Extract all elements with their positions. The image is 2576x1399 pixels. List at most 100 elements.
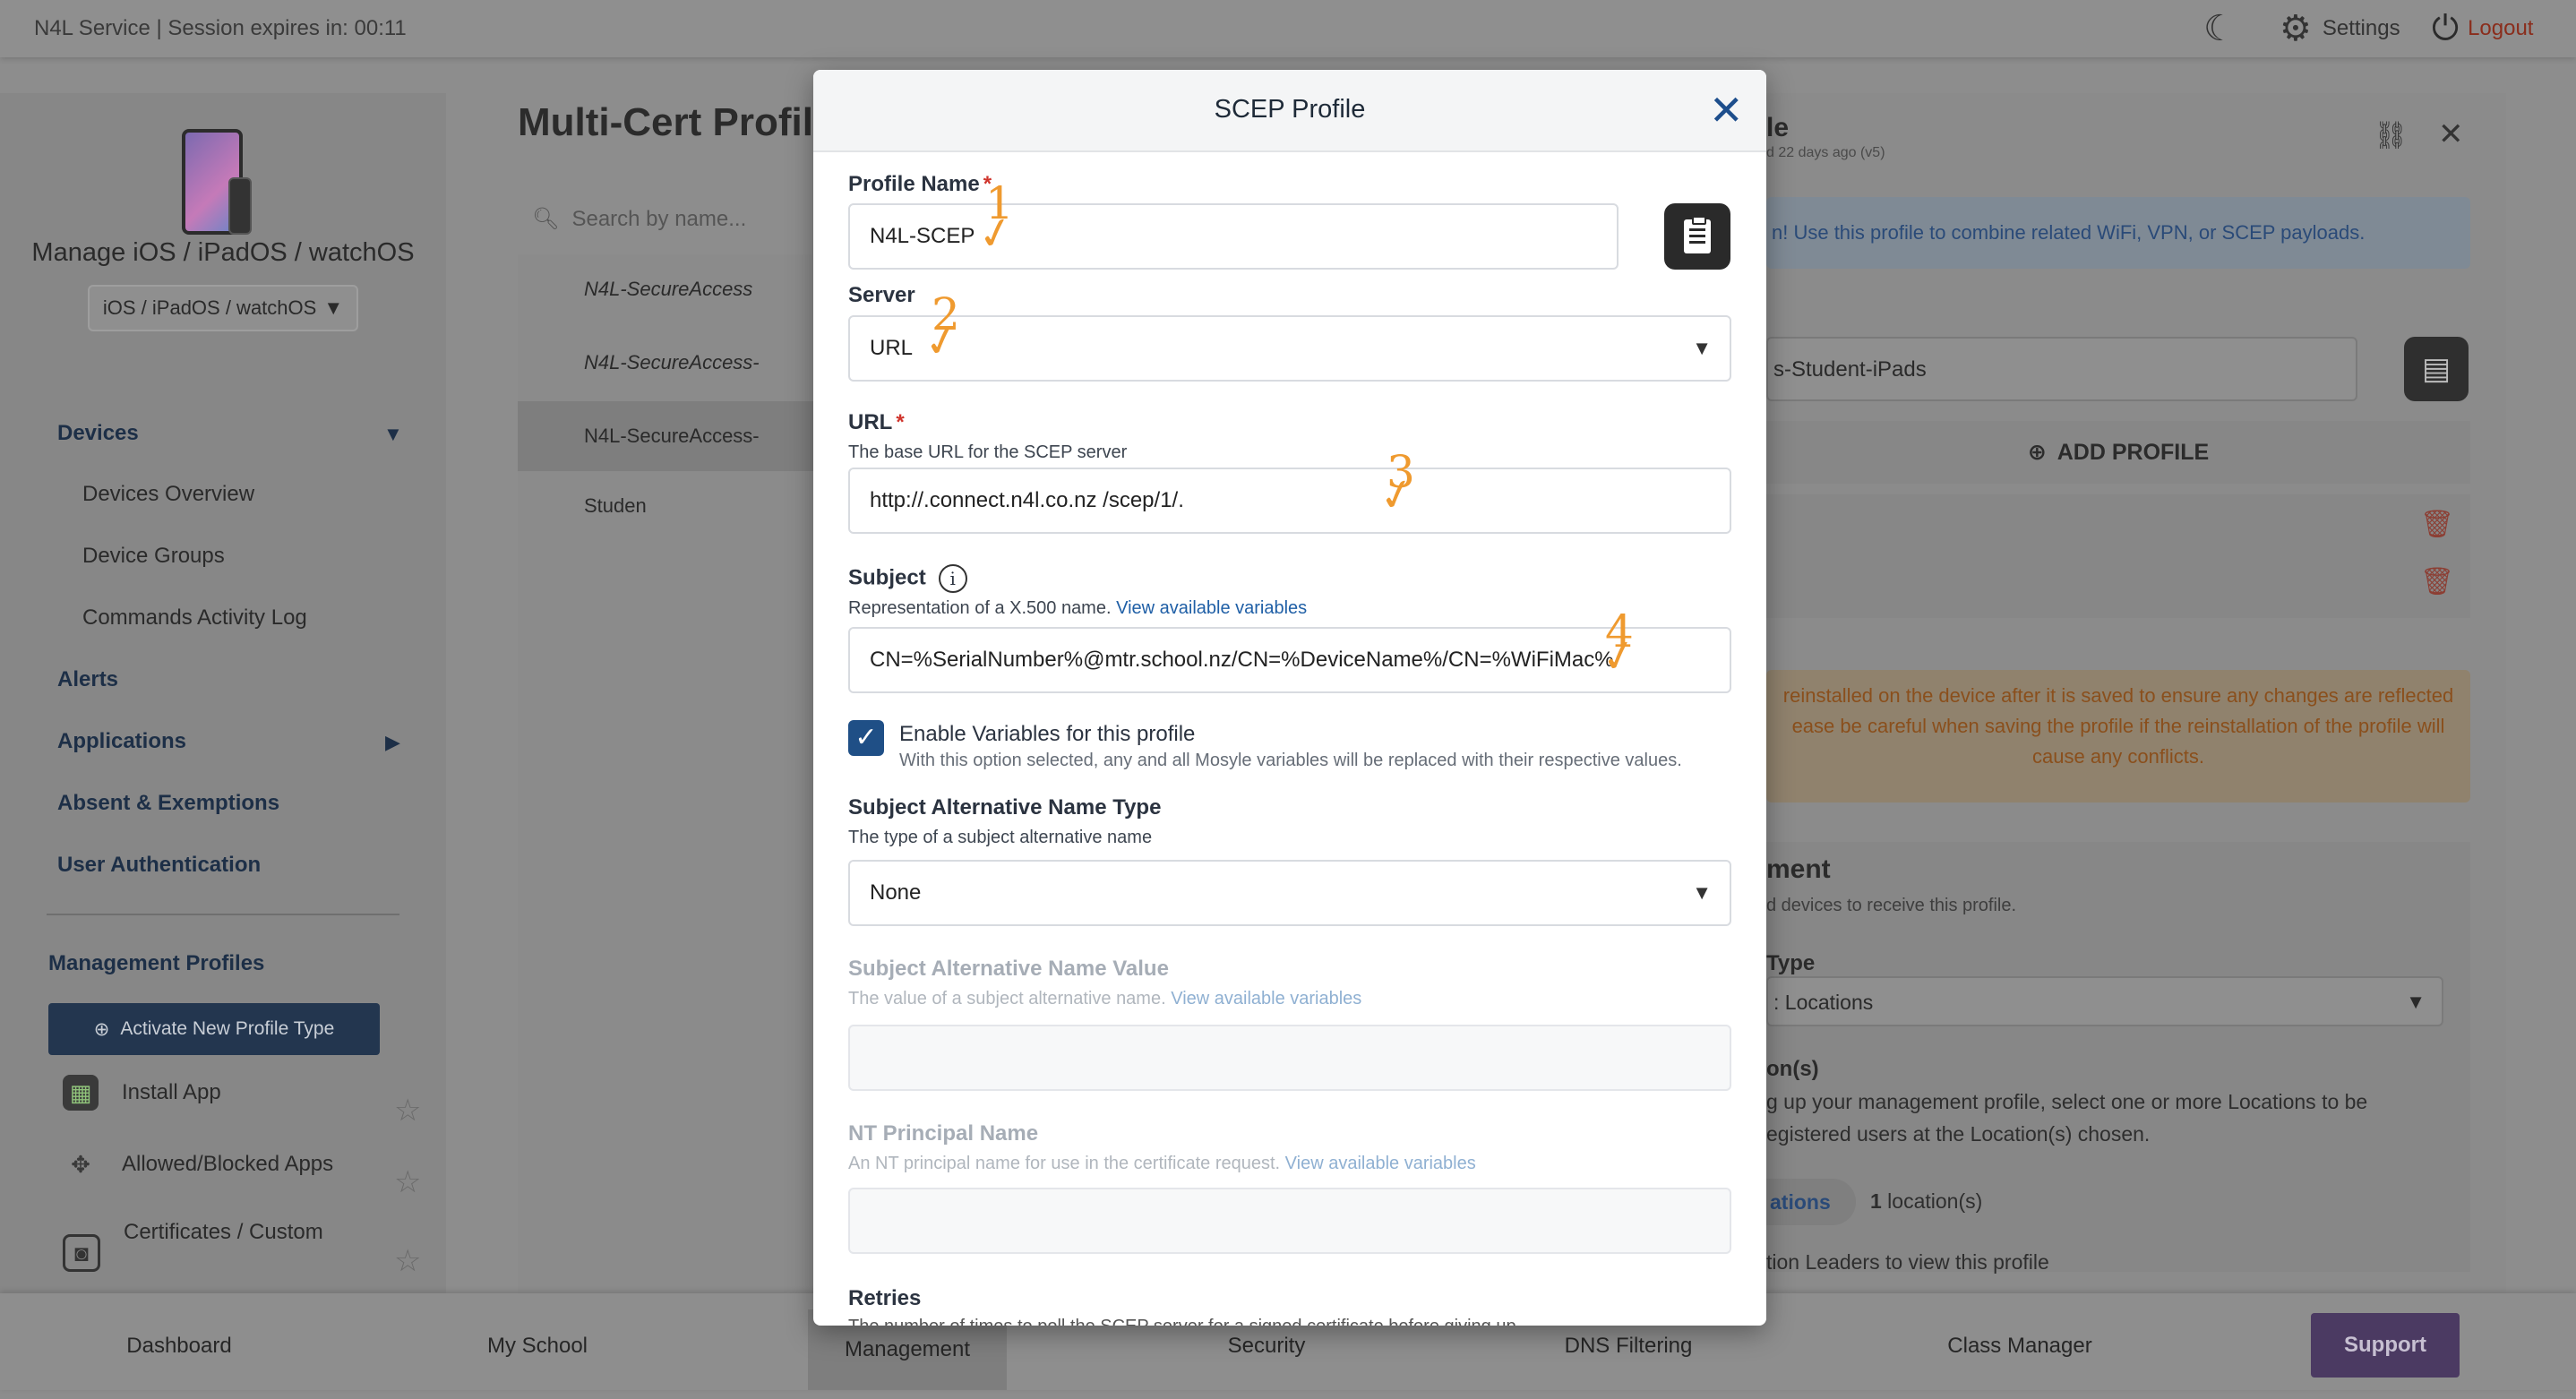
leaders-option: tion Leaders to view this profile [1766, 1250, 2049, 1274]
app-grid-icon: ▦ [63, 1075, 99, 1111]
profile-detail-panel: le d 22 days ago (v5) ⛓ ✕ n! Use this pr… [1766, 93, 2506, 1293]
san-value-input[interactable] [848, 1025, 1731, 1091]
chevron-down-icon: ▼ [1692, 881, 1712, 904]
modal-title: SCEP Profile [1214, 95, 1366, 124]
support-button[interactable]: Support [2311, 1313, 2460, 1378]
plus-circle-icon: ⊕ [93, 1018, 110, 1040]
profile-item-install-app[interactable]: ▦ Install App [63, 1075, 221, 1111]
search-bar[interactable]: 🔍︎ Search by name... [532, 206, 746, 232]
nav-my-school[interactable]: My School [448, 1293, 627, 1390]
list-item[interactable]: N4L-SecureAccess-iPads- [518, 328, 813, 443]
dark-mode-moon-icon[interactable]: ☾ [2203, 11, 2236, 47]
power-icon: ⏻ [2432, 10, 2460, 47]
san-type-select-value: None [870, 880, 922, 905]
list-item-selected[interactable]: N4L-SecureAccess-Studen [518, 401, 813, 517]
nt-principal-description: An NT principal name for use in the cert… [848, 1154, 1476, 1174]
activate-new-profile-type-button[interactable]: ⊕ Activate New Profile Type [48, 1003, 380, 1055]
san-type-select[interactable]: None ▼ [848, 860, 1731, 926]
san-value-desc-text: The value of a subject alternative name. [848, 989, 1166, 1008]
list-item[interactable]: N4L-SecureAccess [518, 254, 813, 324]
chevron-right-icon[interactable]: ▶ [385, 731, 400, 754]
profile-item-label: Certificates / Custom [124, 1220, 323, 1244]
top-bar: N4L Service | Session expires in: 00:11 … [0, 0, 2576, 57]
profile-item-label: Allowed/Blocked Apps [122, 1152, 334, 1176]
profile-item-allowed-blocked-apps[interactable]: ✥ Allowed/Blocked Apps [63, 1146, 333, 1182]
certificate-icon: ◙ [63, 1234, 100, 1272]
manage-platform-title: Manage iOS / iPadOS / watchOS [31, 238, 415, 267]
sidebar-item-applications[interactable]: Applications [57, 729, 186, 754]
sidebar-item-devices-overview[interactable]: Devices Overview [82, 482, 254, 507]
subject-desc-text: Representation of a X.500 name. [848, 598, 1112, 618]
view-variables-link[interactable]: View available variables [1285, 1154, 1476, 1173]
profile-item-certificates[interactable]: ◙ Certificates / Custom [63, 1216, 323, 1272]
view-variables-link[interactable]: View available variables [1116, 598, 1307, 618]
star-icon[interactable]: ☆ [394, 1243, 421, 1279]
san-value-description: The value of a subject alternative name.… [848, 989, 1361, 1009]
modal-header: SCEP Profile ✕ [813, 70, 1766, 152]
sidebar-item-commands-log[interactable]: Commands Activity Log [82, 605, 307, 631]
url-input[interactable]: http://.connect.n4l.co.nz /scep/1/. [848, 468, 1731, 534]
clipboard-icon[interactable]: ▤ [2404, 337, 2469, 401]
profile-name-input[interactable]: N4L-SCEP [848, 203, 1619, 270]
profile-name-label: Profile Name * [848, 172, 992, 197]
search-icon: 🔍︎ [532, 207, 560, 231]
trash-icon[interactable]: 🗑︎ [2420, 509, 2454, 540]
chevron-down-icon: ▼ [1692, 337, 1712, 359]
sidebar-item-absent-exemptions[interactable]: Absent & Exemptions [57, 791, 279, 816]
warning-line: ease be careful when saving the profile … [1791, 715, 2445, 737]
nav-dashboard[interactable]: Dashboard [90, 1293, 269, 1390]
platform-select-value: iOS / iPadOS / watchOS [102, 296, 317, 319]
link-icon[interactable]: ⛓ [2374, 120, 2408, 151]
platform-select[interactable]: iOS / iPadOS / watchOS ▼ [88, 285, 358, 331]
assignment-section: ment d devices to receive this profile. … [1766, 842, 2470, 1274]
server-label: Server [848, 283, 915, 307]
locations-desc-line: g up your management profile, select one… [1766, 1090, 2368, 1113]
select-locations-button[interactable]: ations [1766, 1179, 1856, 1225]
clipboard-paper [1684, 216, 1711, 253]
panel-title: le [1766, 113, 1790, 142]
star-icon[interactable]: ☆ [394, 1164, 421, 1200]
san-type-label: Subject Alternative Name Type [848, 795, 1162, 820]
view-variables-link[interactable]: View available variables [1171, 989, 1361, 1008]
nav-class-manager[interactable]: Class Manager [1917, 1293, 2123, 1390]
logout-button[interactable]: ⏻ Logout [2432, 11, 2533, 47]
sidebar-divider [47, 914, 399, 915]
info-banner: n! Use this profile to combine related W… [1766, 197, 2470, 269]
star-icon[interactable]: ☆ [394, 1093, 421, 1129]
add-profile-button[interactable]: ⊕ ADD PROFILE [1766, 421, 2470, 484]
search-placeholder: Search by name... [571, 206, 747, 231]
ipad-device-icon [182, 129, 252, 235]
chevron-down-icon[interactable]: ▼ [383, 423, 403, 446]
url-label: URL * [848, 410, 905, 435]
chevron-down-icon: ▼ [323, 296, 344, 319]
clipboard-icon[interactable] [1664, 203, 1730, 270]
profile-name-field[interactable]: s-Student-iPads [1766, 337, 2357, 401]
info-icon[interactable]: i [938, 564, 967, 593]
trash-icon[interactable]: 🗑︎ [2420, 566, 2454, 597]
type-select-value: : Locations [1773, 991, 1874, 1014]
sidebar-item-devices[interactable]: Devices [57, 421, 139, 446]
close-icon[interactable]: ✕ [1709, 90, 1744, 131]
enable-variables-description: With this option selected, any and all M… [899, 751, 1682, 770]
settings-button[interactable]: ⚙ Settings [2280, 11, 2400, 47]
url-description: The base URL for the SCEP server [848, 442, 1128, 462]
page-title: Multi-Cert Profile [518, 100, 836, 144]
nt-principal-label: NT Principal Name [848, 1121, 1039, 1146]
sidebar-item-alerts[interactable]: Alerts [57, 667, 118, 692]
subject-description: Representation of a X.500 name. View ava… [848, 598, 1307, 619]
warning-line: cause any conflicts. [2032, 745, 2204, 768]
sidebar-item-user-authentication[interactable]: User Authentication [57, 853, 261, 878]
sidebar-item-device-groups[interactable]: Device Groups [82, 544, 225, 569]
gear-icon: ⚙ [2280, 9, 2312, 48]
type-label: Type [1766, 951, 1816, 975]
type-select[interactable]: : Locations ▼ [1766, 976, 2443, 1026]
enable-variables-checkbox[interactable]: ✓ [848, 720, 884, 756]
required-asterisk: * [896, 410, 905, 434]
close-icon[interactable]: ✕ [2438, 116, 2464, 152]
server-select[interactable]: URL ▼ [848, 315, 1731, 382]
url-label-text: URL [848, 410, 893, 434]
nt-principal-input[interactable] [848, 1188, 1731, 1254]
assignment-title: ment [1766, 854, 1831, 884]
warning-line: reinstalled on the device after it is sa… [1782, 684, 2454, 707]
assignment-subtitle: d devices to receive this profile. [1766, 896, 2017, 915]
